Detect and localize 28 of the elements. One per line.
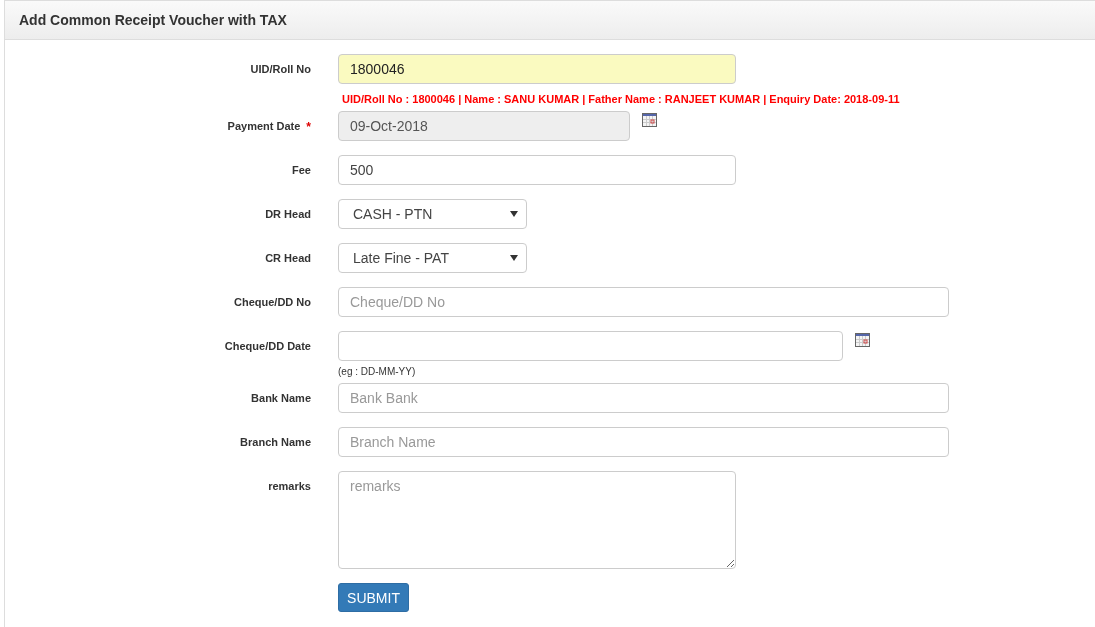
submit-button[interactable]: SUBMIT [338, 583, 409, 612]
input-field[interactable]: Bank Bank [338, 383, 949, 413]
input-field[interactable]: Cheque/DD No [338, 287, 949, 317]
format-hint: (eg : DD-MM-YY) [338, 366, 417, 377]
panel-title: Add Common Receipt Voucher with TAX [19, 12, 287, 28]
input-field[interactable]: Branch Name [338, 427, 949, 457]
field-label: Cheque/DD No [234, 296, 311, 308]
field-label: Bank Name [251, 392, 311, 404]
calendar-icon[interactable] [642, 113, 657, 127]
field-label: Cheque/DD Date [224, 340, 311, 352]
select-dropdown[interactable]: Late Fine - PAT [338, 243, 527, 273]
input-field[interactable]: 500 [338, 155, 736, 185]
field-label: Branch Name [240, 436, 311, 448]
input-field[interactable]: 1800046 [338, 54, 736, 84]
student-info-text: UID/Roll No : 1800046 | Name : SANU KUMAR | Father Name : RANJEET KUMAR | Enquiry Date: 2018-09-11 [342, 93, 900, 105]
field-label: DR Head [265, 208, 311, 220]
remarks-textarea[interactable]: remarks [338, 471, 736, 569]
field-label: Fee [292, 164, 311, 176]
field-label: CR Head [265, 252, 311, 264]
field-label: UID/Roll No [250, 63, 311, 75]
caret-icon [510, 255, 518, 261]
caret-icon [510, 211, 518, 217]
required-asterisk: * [306, 120, 311, 134]
input-field[interactable] [338, 331, 843, 361]
field-label: Payment Date [227, 120, 301, 132]
field-label: remarks [268, 480, 311, 492]
select-dropdown[interactable]: CASH - PTN [338, 199, 527, 229]
calendar-icon[interactable] [855, 333, 870, 347]
